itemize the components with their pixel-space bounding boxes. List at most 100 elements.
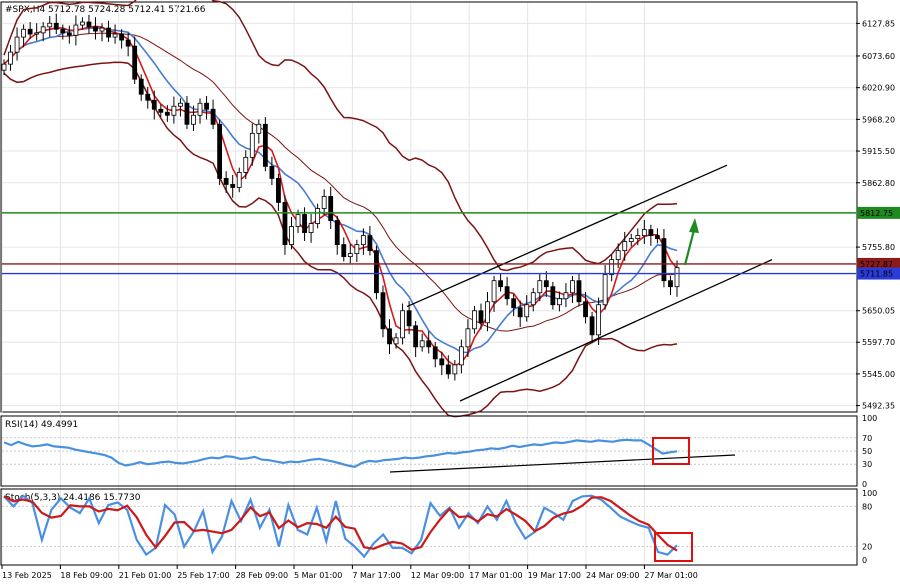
stoch-tick-label: 0 (862, 556, 867, 565)
candle-body (406, 310, 412, 327)
candle-body (641, 229, 647, 236)
candle-body (243, 156, 249, 173)
candle-body (367, 235, 373, 252)
candle-body (321, 196, 327, 209)
candle-body (256, 123, 262, 134)
candle-body (583, 301, 588, 318)
y-tick-label: 5597.70 (862, 338, 895, 347)
x-tick-label: 27 Mar 01:00 (644, 571, 697, 580)
stoch-tick-label: 20 (862, 543, 872, 552)
rsi-tick-label: 100 (862, 414, 877, 423)
candle-body (197, 102, 203, 116)
x-tick-label: 21 Feb 01:00 (119, 571, 171, 580)
rsi-tick-label: 50 (862, 447, 872, 456)
candle-body (125, 39, 131, 47)
candle-body (511, 298, 517, 309)
candle-body (413, 325, 419, 348)
candle-body (543, 280, 549, 288)
rsi-tick-label: 30 (862, 460, 872, 469)
candle-body (458, 346, 464, 366)
candle-body (589, 316, 595, 336)
candle-body (158, 108, 164, 113)
candle-body (289, 226, 294, 245)
candle-body (668, 280, 673, 288)
level-tag-label: 5812.75 (860, 209, 893, 218)
candle-body (628, 238, 634, 242)
candle-body (217, 123, 223, 179)
x-tick-label: 13 Feb 2025 (2, 571, 52, 580)
y-tick-label: 6073.60 (862, 52, 895, 61)
candle-body (236, 172, 242, 188)
candle-body (354, 244, 360, 255)
candle-body (517, 307, 523, 318)
candle-body (21, 28, 27, 38)
stoch-tick-label: 100 (862, 489, 877, 498)
y-tick-label: 5492.35 (862, 402, 895, 411)
candle-body (347, 253, 353, 258)
candle-body (393, 337, 399, 345)
y-tick-label: 5915.50 (862, 147, 895, 156)
candle-body (315, 208, 321, 224)
level-tag-label: 5711.85 (860, 270, 893, 279)
candle-body (269, 165, 275, 179)
candle-body (119, 33, 125, 41)
candle-body (445, 364, 451, 375)
y-tick-label: 5862.80 (862, 179, 895, 188)
candle-body (334, 220, 340, 245)
candle-body (419, 340, 425, 348)
x-tick-label: 18 Feb 09:00 (60, 571, 112, 580)
candle-body (138, 78, 144, 95)
candle-body (249, 132, 255, 158)
candle-body (654, 235, 660, 239)
candle-body (661, 238, 667, 282)
candle-body (380, 292, 386, 330)
y-tick-label: 6020.90 (862, 84, 895, 93)
candle-body (93, 26, 98, 32)
candle-body (112, 33, 118, 38)
candle-body (40, 26, 46, 34)
y-tick-label: 5545.00 (862, 370, 895, 379)
x-tick-label: 24 Mar 09:00 (586, 571, 639, 580)
rsi-label: RSI(14) 49.4991 (5, 420, 78, 430)
candle-body (178, 102, 183, 107)
price-header: #SPX,H4 5712.78 5724.28 5712.41 5721.66 (5, 5, 206, 15)
candle-body (171, 105, 177, 116)
candle-body (53, 22, 59, 30)
x-tick-label: 25 Feb 17:00 (177, 571, 229, 580)
candle-body (328, 196, 334, 221)
candle-body (530, 292, 536, 306)
candle-body (615, 250, 621, 261)
candle-body (387, 328, 392, 345)
y-tick-label: 5968.20 (862, 115, 895, 124)
candle-body (622, 241, 628, 252)
candle-body (204, 102, 209, 110)
candle-body (400, 310, 405, 339)
candle-body (374, 250, 379, 294)
candle-body (491, 280, 497, 303)
candle-body (426, 340, 432, 348)
x-tick-label: 19 Mar 17:00 (528, 571, 581, 580)
candle-body (223, 178, 229, 185)
candle-body (34, 32, 40, 35)
x-tick-label: 28 Feb 09:00 (236, 571, 288, 580)
candle-body (504, 286, 510, 300)
candle-body (485, 301, 490, 324)
candle-body (8, 51, 13, 65)
candle-body (602, 274, 608, 306)
candle-body (302, 214, 307, 233)
candle-body (282, 202, 288, 245)
candle-body (341, 244, 347, 258)
candle-body (80, 21, 85, 26)
candle-body (191, 114, 196, 125)
candle-body (1, 63, 7, 71)
candle-body (596, 304, 601, 336)
candle-body (432, 346, 438, 360)
candle-body (472, 310, 477, 330)
x-tick-label: 17 Mar 01:00 (469, 571, 522, 580)
candle-body (276, 178, 281, 203)
candle-body (60, 28, 66, 34)
candle-body (106, 27, 111, 38)
y-tick-label: 5755.80 (862, 243, 895, 252)
candle-body (452, 364, 458, 375)
candle-body (478, 310, 484, 324)
